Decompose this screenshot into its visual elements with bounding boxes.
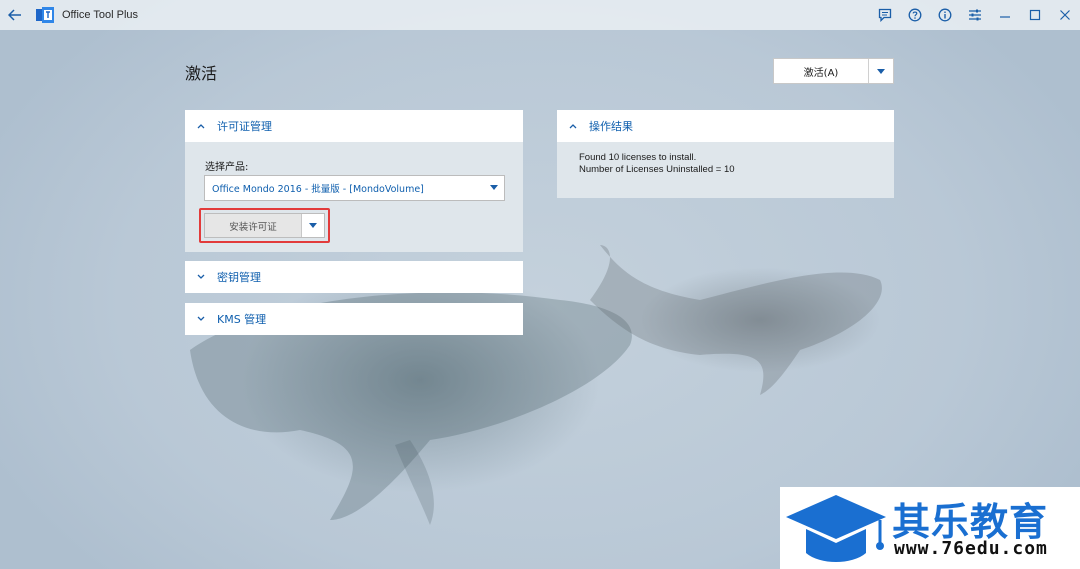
chevron-up-icon — [567, 120, 579, 132]
graduation-cap-logo — [786, 495, 886, 562]
settings-button[interactable] — [960, 0, 990, 30]
back-button[interactable] — [0, 0, 30, 30]
maximize-icon — [1029, 9, 1041, 21]
info-button[interactable] — [930, 0, 960, 30]
app-title: Office Tool Plus — [62, 9, 139, 21]
activate-button[interactable]: 激活(A) — [774, 59, 869, 83]
license-panel-header[interactable]: 许可证管理 — [185, 110, 523, 142]
license-panel-body: 选择产品: Office Mondo 2016 - 批量版 - [MondoVo… — [185, 142, 523, 252]
result-line: Found 10 licenses to install. — [579, 152, 697, 163]
whale-background-art — [190, 245, 882, 525]
key-panel-title: 密钥管理 — [217, 271, 261, 284]
close-button[interactable] — [1050, 0, 1080, 30]
install-license-button[interactable]: 安装许可证 — [205, 214, 302, 237]
kms-panel-header[interactable]: KMS 管理 — [185, 303, 523, 335]
chevron-down-icon — [195, 313, 207, 325]
feedback-icon — [878, 8, 892, 22]
close-icon — [1060, 10, 1070, 20]
feedback-button[interactable] — [870, 0, 900, 30]
maximize-button[interactable] — [1020, 0, 1050, 30]
caret-down-icon — [877, 68, 885, 74]
product-select[interactable]: Office Mondo 2016 - 批量版 - [MondoVolume] — [204, 175, 505, 201]
back-arrow-icon — [8, 9, 21, 21]
caret-down-icon — [309, 223, 317, 228]
result-panel-body: Found 10 licenses to install. Number of … — [557, 142, 894, 198]
result-line: Number of Licenses Uninstalled = 10 — [579, 164, 735, 175]
product-select-value: Office Mondo 2016 - 批量版 - [MondoVolume] — [212, 184, 424, 195]
settings-sliders-icon — [969, 9, 981, 21]
result-panel-header[interactable]: 操作结果 — [557, 110, 894, 142]
help-button[interactable] — [900, 0, 930, 30]
help-icon — [908, 8, 922, 22]
key-panel-header[interactable]: 密钥管理 — [185, 261, 523, 293]
page-title: 激活 — [185, 64, 218, 83]
background-image — [0, 0, 1080, 569]
minimize-button[interactable] — [990, 0, 1020, 30]
office-tool-plus-logo — [36, 7, 54, 23]
info-icon — [938, 8, 952, 22]
result-panel-title: 操作结果 — [589, 120, 633, 133]
license-panel-title: 许可证管理 — [217, 120, 272, 133]
watermark-url: www.76edu.com — [894, 538, 1048, 559]
watermark: 其乐教育 www.76edu.com — [780, 487, 1080, 569]
activate-split-button: 激活(A) — [773, 58, 894, 84]
select-product-label: 选择产品: — [205, 162, 249, 173]
install-license-split-button: 安装许可证 — [204, 213, 325, 238]
install-license-dropdown-button[interactable] — [302, 214, 324, 237]
install-license-highlight: 安装许可证 — [199, 208, 330, 243]
kms-panel-title: KMS 管理 — [217, 313, 267, 326]
title-bar: Office Tool Plus — [0, 0, 1080, 30]
chevron-up-icon — [195, 120, 207, 132]
minimize-icon — [1000, 16, 1010, 18]
chevron-down-icon — [195, 271, 207, 283]
activate-dropdown-button[interactable] — [869, 59, 893, 83]
caret-down-icon — [490, 185, 498, 190]
